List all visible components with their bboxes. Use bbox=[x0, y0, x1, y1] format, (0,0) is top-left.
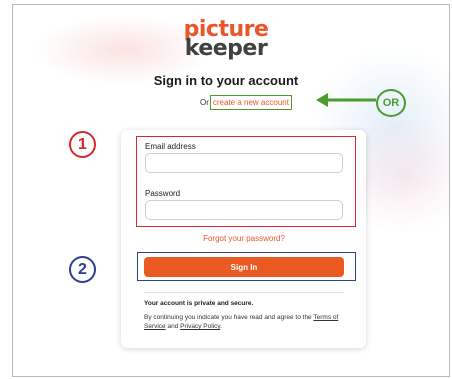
password-label: Password bbox=[145, 189, 181, 198]
divider bbox=[144, 292, 344, 293]
email-field[interactable] bbox=[145, 153, 343, 173]
email-label: Email address bbox=[145, 142, 196, 151]
password-field[interactable] bbox=[145, 200, 343, 220]
sign-in-button[interactable]: Sign In bbox=[144, 257, 344, 277]
page-title: Sign in to your account bbox=[153, 73, 299, 88]
terms-and: and bbox=[167, 323, 179, 330]
step-2-badge: 2 bbox=[69, 256, 96, 283]
create-account-link[interactable]: create a new account bbox=[209, 95, 292, 110]
terms-prefix: By continuing you indicate you have read… bbox=[144, 314, 312, 321]
logo-text-bottom: keeper bbox=[184, 36, 268, 61]
or-badge: OR bbox=[376, 89, 406, 117]
arrow-left-icon bbox=[316, 93, 376, 107]
step-1-badge: 1 bbox=[69, 131, 96, 158]
terms-text: By continuing you indicate you have read… bbox=[144, 313, 349, 331]
privacy-note: Your account is private and secure. bbox=[144, 300, 254, 307]
privacy-policy-link[interactable]: Privacy Policy bbox=[180, 323, 220, 330]
forgot-password-link[interactable]: Forgot your password? bbox=[0, 234, 452, 243]
terms-suffix: . bbox=[220, 323, 222, 330]
create-account-line: Or create a new account bbox=[200, 95, 292, 110]
or-text: Or bbox=[200, 98, 209, 107]
